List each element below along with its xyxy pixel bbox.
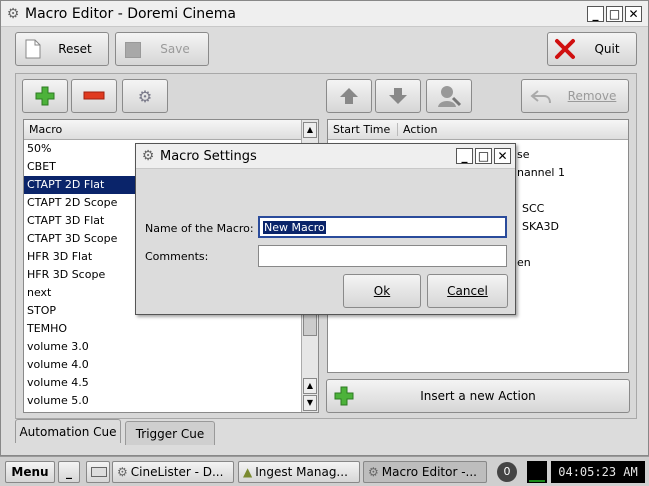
gear-icon: ⚙: [141, 148, 155, 164]
taskbar: Menu _ ⚙ CineLister - D... ▲ Ingest Mana…: [0, 456, 649, 486]
taskbar-item-cinelister[interactable]: ⚙ CineLister - D...: [112, 461, 234, 483]
minimize-button[interactable]: _: [587, 6, 604, 22]
ok-label: Ok: [373, 284, 391, 298]
network-graph: [529, 480, 545, 482]
insert-action-button[interactable]: Insert a new Action: [326, 379, 630, 413]
gear-icon: ⚙: [117, 465, 128, 479]
quit-label: Quit: [594, 42, 620, 56]
action-row-fragment[interactable]: nannel 1: [514, 164, 565, 182]
action-row-fragment[interactable]: SCC: [519, 200, 544, 218]
cancel-button[interactable]: Cancel: [427, 274, 508, 308]
taskbar-item-label: CineLister - D...: [130, 465, 224, 479]
macro-list-item[interactable]: volume 4.0: [24, 356, 318, 374]
clock: 04:05:23 AM: [551, 461, 645, 483]
dialog-title: Macro Settings: [160, 148, 257, 164]
gear-icon: ⚙: [368, 465, 379, 479]
ingest-icon: ▲: [243, 465, 253, 479]
plus-icon: [35, 86, 55, 106]
menu-button[interactable]: Menu: [5, 461, 55, 483]
gear-icon: ⚙: [6, 5, 20, 22]
quit-button[interactable]: Quit: [547, 32, 637, 66]
macro-column-header: Macro: [29, 123, 63, 136]
remove-label: Remove: [567, 89, 617, 103]
scroll-thumb[interactable]: [303, 314, 317, 336]
move-up-button[interactable]: [326, 79, 372, 113]
remove-action-button[interactable]: Remove: [521, 79, 629, 113]
document-icon: [25, 39, 41, 59]
insert-action-label: Insert a new Action: [420, 389, 536, 403]
macro-name-input[interactable]: New Macro: [258, 216, 507, 238]
scroll-up-button[interactable]: ▲: [303, 122, 317, 138]
cancel-label: Cancel: [447, 284, 488, 298]
macro-list-item[interactable]: volume 3.0: [24, 338, 318, 356]
move-down-button[interactable]: [375, 79, 421, 113]
gear-icon: ⚙: [137, 86, 153, 106]
comments-label: Comments:: [145, 250, 209, 263]
action-row-fragment[interactable]: se: [514, 146, 530, 164]
taskbar-item-macro-editor[interactable]: ⚙ Macro Editor -...: [363, 461, 487, 483]
plus-icon: [334, 386, 354, 406]
taskbar-item-label: Macro Editor -...: [381, 465, 477, 479]
taskbar-item-label: Ingest Manag...: [255, 465, 348, 479]
action-row-fragment[interactable]: en: [514, 254, 531, 272]
scroll-up-button-lower[interactable]: ▲: [303, 378, 317, 394]
close-button[interactable]: ✕: [625, 6, 642, 22]
macro-name-value: New Macro: [263, 221, 326, 234]
save-icon: [125, 42, 141, 58]
dialog-close-button[interactable]: ✕: [494, 148, 511, 164]
tab-trigger-cue[interactable]: Trigger Cue: [125, 421, 215, 445]
window-title: Macro Editor - Doremi Cinema: [25, 5, 236, 22]
ok-button[interactable]: Ok: [343, 274, 421, 308]
keyboard-icon-svg: [91, 467, 107, 477]
dialog-minimize-button[interactable]: _: [456, 148, 473, 164]
network-graph-icon: [527, 461, 547, 483]
minus-icon: [83, 91, 105, 100]
title-bar[interactable]: ⚙ Macro Editor - Doremi Cinema _ □ ✕: [1, 1, 648, 27]
taskbar-item-ingest-manager[interactable]: ▲ Ingest Manag...: [238, 461, 360, 483]
red-x-icon: [555, 39, 575, 59]
reset-label: Reset: [58, 42, 92, 56]
macro-list-header[interactable]: Macro: [24, 120, 318, 140]
tab-automation-cue[interactable]: Automation Cue: [15, 419, 121, 443]
macro-settings-button[interactable]: ⚙: [122, 79, 168, 113]
macro-list-item[interactable]: TEMHO: [24, 320, 318, 338]
macro-name-label: Name of the Macro:: [145, 222, 254, 235]
keyboard-icon[interactable]: [86, 461, 110, 483]
maximize-button[interactable]: □: [606, 6, 623, 22]
undo-arrow-icon: [530, 90, 551, 104]
action-list-header[interactable]: Start Time Action: [328, 120, 628, 140]
macro-settings-dialog: ⚙ Macro Settings _ □ ✕ Name of the Macro…: [135, 143, 516, 315]
status-indicator[interactable]: 0: [497, 462, 517, 482]
show-desktop-button[interactable]: _: [58, 461, 80, 483]
save-label: Save: [160, 42, 190, 56]
arrow-down-icon: [389, 88, 407, 104]
action-column-header: Action: [403, 123, 438, 136]
dialog-title-bar[interactable]: ⚙ Macro Settings _ □ ✕: [136, 144, 515, 169]
comments-input[interactable]: [258, 245, 507, 267]
save-button[interactable]: Save: [115, 32, 209, 66]
edit-action-button[interactable]: [426, 79, 472, 113]
dialog-maximize-button[interactable]: □: [475, 148, 492, 164]
reset-button[interactable]: Reset: [15, 32, 109, 66]
action-row-fragment[interactable]: SKA3D: [519, 218, 559, 236]
macro-list-item[interactable]: volume 5.0: [24, 392, 318, 410]
macro-list-item[interactable]: volume 4.5: [24, 374, 318, 392]
person-search-icon: [438, 86, 462, 107]
add-macro-button[interactable]: [22, 79, 68, 113]
arrow-up-icon: [340, 88, 358, 104]
scroll-down-button[interactable]: ▼: [303, 395, 317, 411]
delete-macro-button[interactable]: [71, 79, 117, 113]
start-time-column-header: Start Time: [328, 123, 398, 136]
